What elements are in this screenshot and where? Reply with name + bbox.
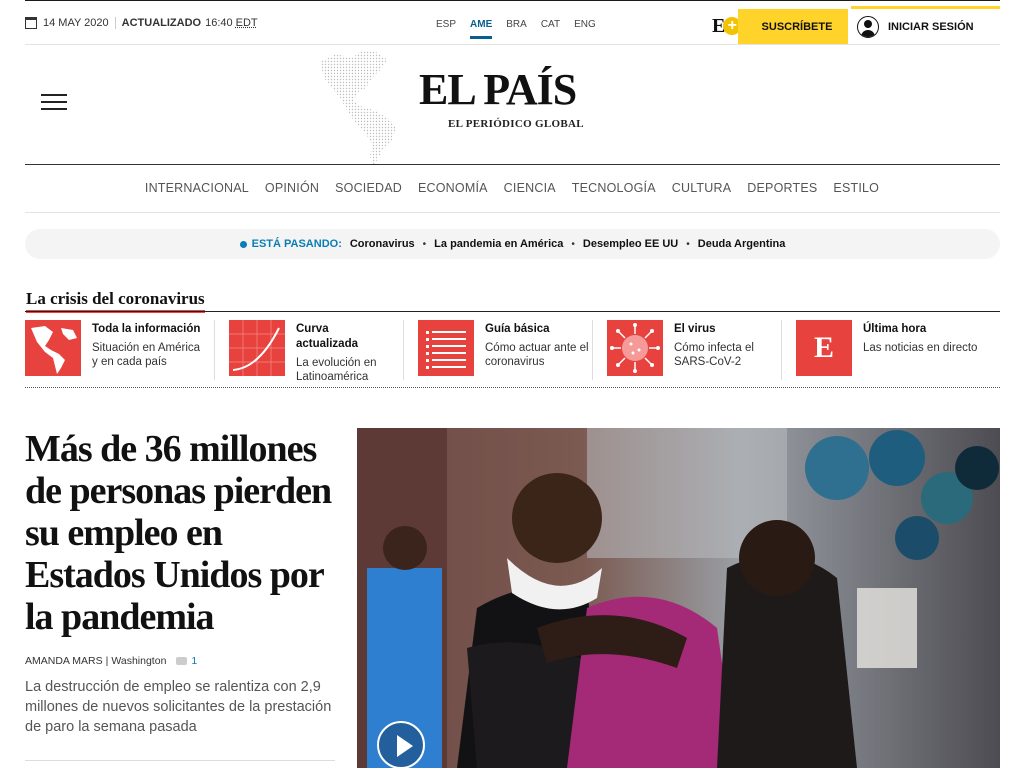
card-title: El virus [674,323,716,335]
crisis-card[interactable]: Toda la información Situación en América… [25,320,215,380]
live-dot-icon [239,240,247,248]
date-separator [114,17,116,29]
trending-item[interactable]: Coronavirus [350,238,415,250]
login-label: INICIAR SESIÓN [888,20,974,33]
lead-headline[interactable]: Más de 36 millones de personas pierden s… [25,428,345,638]
trending-item[interactable]: Deuda Argentina [698,238,786,250]
edition-selector: ESP AME BRA CAT ENG [436,19,596,39]
checklist-icon [418,320,474,376]
card-desc: Cómo infecta el SARS-CoV-2 [674,342,754,368]
lead-photo[interactable] [357,428,1000,768]
edition-cat[interactable]: CAT [541,19,560,30]
trending-bar: ESTÁ PASANDO: Coronavirus • La pandemia … [25,229,1000,259]
edition-esp[interactable]: ESP [436,19,456,30]
card-title: Curva actualizada [296,323,358,350]
trending-bullet: • [422,238,427,250]
chart-curve-icon [229,320,285,376]
crisis-bottom-rule [25,387,1000,388]
byline-separator: | [105,655,109,667]
card-desc: Situación en América y en cada país [92,342,201,368]
card-title: Toda la información [92,323,201,335]
lead-summary: La destrucción de empleo se ralentiza co… [25,679,332,735]
date-block: 14 MAY 2020 ACTUALIZADO 16:40 EDT [25,17,258,29]
top-bar: 14 MAY 2020 ACTUALIZADO 16:40 EDT ESP AM… [0,0,1024,45]
card-title: Última hora [863,323,927,335]
site-logo[interactable]: EL PAÍS [419,68,577,112]
nav-estilo[interactable]: ESTILO [833,181,879,195]
lead-bottom-rule [25,760,335,761]
masthead-divider [25,164,1000,165]
card-desc: La evolución en Latinoamérica [296,357,377,383]
current-date: 14 MAY 2020 [43,17,109,29]
comment-icon [176,657,188,665]
site-tagline: EL PERIÓDICO GLOBAL [448,118,584,130]
virus-icon [607,320,663,376]
topbar-divider [25,44,1000,45]
trending-bullet: • [571,238,575,250]
card-desc: Cómo actuar ante el coronavirus [485,342,589,368]
nav-divider [25,212,1000,213]
nav-cultura[interactable]: CULTURA [672,181,732,195]
americas-map-icon [25,320,81,376]
nav-internacional[interactable]: INTERNACIONAL [145,181,249,195]
byline: AMANDA MARS | Washington 1 [25,655,197,667]
edition-eng[interactable]: ENG [574,19,596,30]
updated-label: ACTUALIZADO [121,17,202,29]
comments-link[interactable]: 1 [176,655,197,667]
trending-label: ESTÁ PASANDO: [251,238,342,250]
login-button[interactable]: INICIAR SESIÓN [851,6,1000,44]
comment-count: 1 [191,655,198,667]
section-nav: INTERNACIONAL OPINIÓN SOCIEDAD ECONOMÍA … [0,181,1024,195]
trending-item[interactable]: Desempleo EE UU [583,238,678,250]
crisis-rule [25,311,1000,312]
subscribe-button[interactable]: SUSCRÍBETE [738,9,848,44]
trending-bullet: • [686,238,690,250]
nav-deportes[interactable]: DEPORTES [747,181,817,195]
menu-icon[interactable] [41,94,67,112]
trending-item[interactable]: La pandemia en América [434,238,563,250]
card-desc: Las noticias en directo [863,342,978,354]
nav-economia[interactable]: ECONOMÍA [418,181,488,195]
author[interactable]: AMANDA MARS [25,655,103,667]
crisis-card[interactable]: Curva actualizada La evolución en Latino… [229,320,404,383]
edition-bra[interactable]: BRA [506,19,527,30]
world-map-dots-icon [320,50,396,166]
crisis-cards: Toda la información Situación en América… [25,320,1000,384]
crisis-section-title[interactable]: La crisis del coronavirus [26,289,205,313]
nav-tecnologia[interactable]: TECNOLOGÍA [572,181,656,195]
elpais-e-icon: E [796,320,852,376]
play-video-icon[interactable] [377,721,425,769]
user-icon [857,15,879,38]
nav-ciencia[interactable]: CIENCIA [504,181,556,195]
timezone: EDT [235,17,258,29]
elpais-e-letter: E [813,331,834,364]
crisis-card[interactable]: El virus Cómo infecta el SARS-CoV-2 [607,320,782,380]
edition-ame[interactable]: AME [470,19,493,39]
nav-opinion[interactable]: OPINIÓN [265,181,319,195]
crisis-card[interactable]: Guía básica Cómo actuar ante el coronavi… [418,320,593,380]
crisis-card[interactable]: E Última hora Las noticias en directo [796,320,986,380]
updated-time: 16:40 [205,17,233,29]
calendar-icon [25,17,37,29]
card-title: Guía básica [485,323,550,335]
nav-sociedad[interactable]: SOCIEDAD [335,181,402,195]
location: Washington [111,655,167,667]
eplus-icon[interactable]: E + [712,15,742,38]
